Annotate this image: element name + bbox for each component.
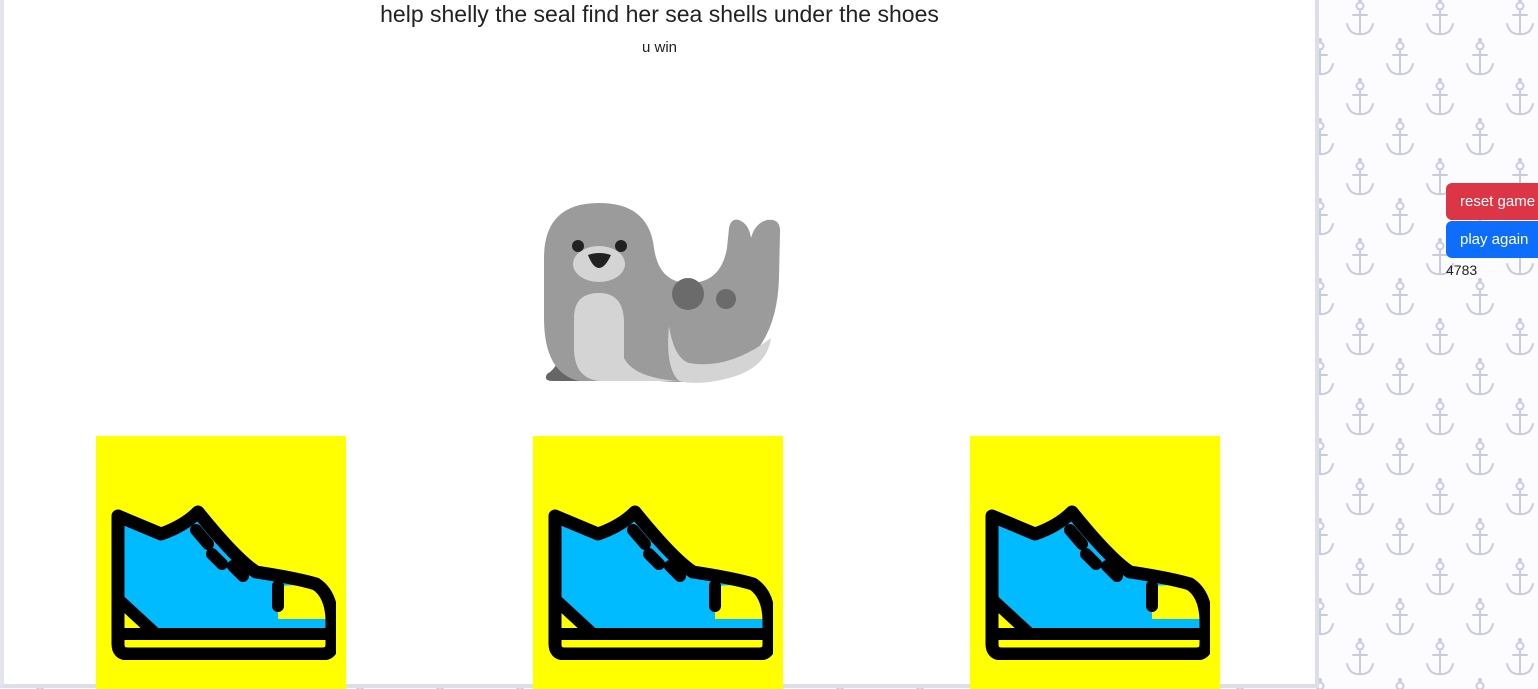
sneaker-icon [111, 505, 336, 660]
reset-game-button[interactable]: reset game [1446, 183, 1538, 220]
seal-icon [544, 203, 781, 383]
page: help shelly the seal find her sea shells… [0, 0, 1538, 689]
game-status: u win [641, 39, 678, 56]
shoe-card-2[interactable] [533, 436, 783, 689]
sneaker-icon [548, 505, 773, 660]
sneaker-icon [985, 505, 1210, 660]
shoe-card-3[interactable] [970, 436, 1220, 689]
score-counter: 4783 [1446, 262, 1478, 278]
shoe-card-1[interactable] [96, 436, 346, 689]
game-title: help shelly the seal find her sea shells… [380, 1, 939, 27]
play-again-button[interactable]: play again [1446, 221, 1538, 258]
